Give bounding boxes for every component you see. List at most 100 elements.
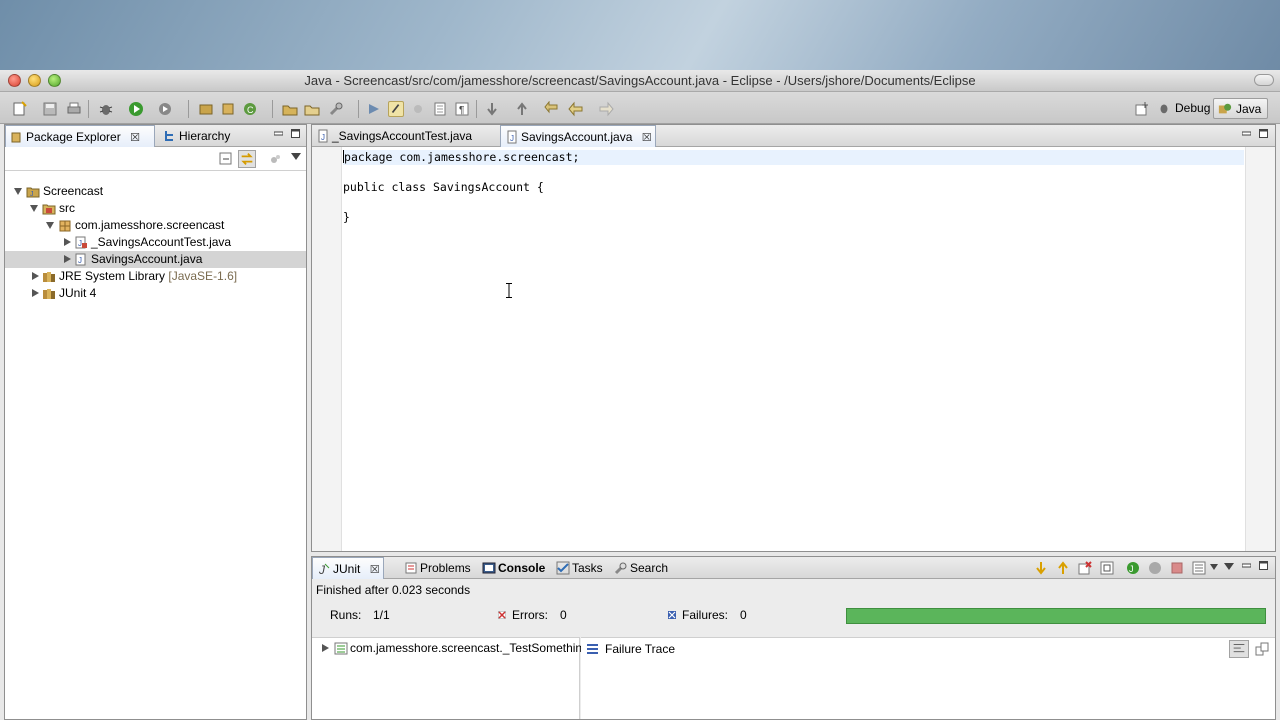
expand-arrow-icon[interactable] [32, 272, 39, 280]
show-source-icon[interactable] [432, 101, 448, 117]
scroll-lock-icon[interactable] [1100, 561, 1114, 575]
tree-item-test-file[interactable]: J _SavingsAccountTest.java [5, 234, 306, 251]
maximize-panel-icon[interactable] [291, 129, 300, 138]
chevron-down-icon[interactable] [291, 153, 301, 161]
open-type-icon[interactable] [282, 101, 298, 117]
tab-package-explorer[interactable]: Package Explorer ☒ [5, 125, 155, 147]
tab-label: Console [498, 561, 546, 575]
open-perspective-icon[interactable] [1134, 101, 1150, 117]
expand-arrow-icon[interactable] [64, 255, 71, 263]
minimize-panel-icon[interactable] [274, 129, 283, 138]
tab-search[interactable]: Search [610, 557, 674, 579]
next-annotation-icon[interactable] [484, 101, 500, 117]
tab-savings-account[interactable]: J SavingsAccount.java ☒ [500, 125, 656, 147]
tab-console[interactable]: Console [478, 557, 552, 579]
editor-tabbar: J _SavingsAccountTest.java J SavingsAcco… [312, 125, 1275, 147]
print-icon[interactable] [66, 101, 82, 117]
maximize-panel-icon[interactable] [1259, 561, 1268, 570]
expand-arrow-icon[interactable] [64, 238, 71, 246]
forward-arrow-icon[interactable] [598, 101, 614, 117]
toolbar-separator [476, 100, 477, 118]
block-selection-icon[interactable] [410, 101, 426, 117]
rerun-test-icon[interactable]: J [1126, 561, 1140, 575]
tree-item-label: src [59, 201, 75, 215]
svg-text:J: J [321, 133, 325, 142]
tab-label: JUnit [333, 562, 361, 576]
previous-failure-icon[interactable] [1056, 561, 1070, 575]
expand-arrow-icon[interactable] [30, 205, 38, 212]
java-perspective-button[interactable]: Java [1213, 98, 1269, 119]
mark-occurrences-icon[interactable] [388, 101, 404, 117]
desktop-background [0, 0, 1280, 70]
previous-annotation-icon[interactable] [514, 101, 530, 117]
filter-stack-trace-icon[interactable] [1229, 640, 1249, 658]
tree-item-src[interactable]: src [5, 200, 306, 217]
tab-hierarchy[interactable]: Hierarchy [159, 125, 239, 147]
debug-bug-icon[interactable] [98, 101, 114, 117]
close-tab-icon[interactable]: ☒ [642, 127, 652, 149]
back-arrow-icon[interactable] [568, 101, 584, 117]
tree-item-savings-account-file[interactable]: J SavingsAccount.java [5, 251, 306, 268]
new-java-class-icon[interactable]: C [242, 101, 258, 117]
last-edit-location-icon[interactable] [544, 101, 560, 117]
expand-arrow-icon[interactable] [46, 222, 54, 229]
toolbar-separator [358, 100, 359, 118]
toggle-breadcrumb-icon[interactable] [366, 101, 382, 117]
toolbar-toggle-button[interactable] [1254, 74, 1274, 86]
new-wizard-icon[interactable] [12, 101, 28, 117]
new-java-project-icon[interactable] [198, 101, 214, 117]
test-progress-bar [846, 608, 1266, 624]
java-file-icon: J [507, 130, 517, 144]
link-with-editor-icon[interactable] [238, 150, 256, 168]
new-java-package-icon[interactable] [220, 101, 236, 117]
tab-savings-account-test[interactable]: J _SavingsAccountTest.java [312, 125, 497, 147]
debug-perspective-label: Debug [1175, 101, 1211, 115]
view-menu-icon[interactable] [269, 152, 283, 166]
tree-item-junit-library[interactable]: JUnit 4 [5, 285, 306, 302]
save-icon[interactable] [42, 101, 58, 117]
expand-arrow-icon[interactable] [322, 644, 329, 652]
run-icon[interactable] [128, 101, 144, 117]
close-tab-icon[interactable]: ☒ [130, 127, 140, 149]
search-icon[interactable] [328, 101, 344, 117]
test-run-history-icon[interactable] [1192, 561, 1206, 575]
chevron-down-icon[interactable] [1210, 564, 1218, 570]
open-task-icon[interactable] [304, 101, 320, 117]
maximize-panel-icon[interactable] [1259, 129, 1268, 138]
minimize-panel-icon[interactable] [1242, 561, 1251, 570]
expand-arrow-icon[interactable] [14, 188, 22, 195]
compare-results-icon[interactable] [1255, 642, 1269, 656]
stop-test-icon[interactable] [1170, 561, 1184, 575]
package-explorer-icon [11, 132, 21, 143]
collapse-all-icon[interactable] [219, 152, 233, 166]
show-whitespace-icon[interactable]: ¶ [454, 101, 470, 117]
close-tab-icon[interactable]: ☒ [370, 559, 380, 581]
external-tools-icon[interactable] [158, 101, 174, 117]
test-tree-item[interactable]: com.jamesshore.screencast._TestSomethin [312, 640, 583, 657]
debug-perspective-button[interactable]: Debug [1153, 98, 1216, 119]
view-menu-icon[interactable] [1224, 563, 1234, 571]
junit-icon: J [318, 563, 330, 576]
tree-item-package[interactable]: com.jamesshore.screencast [5, 217, 306, 234]
java-perspective-label: Java [1236, 102, 1262, 116]
tab-problems[interactable]: Problems [400, 557, 478, 579]
package-icon [59, 220, 71, 232]
code-editor[interactable]: package com.jamesshore.screencast; publi… [312, 147, 1275, 551]
code-area[interactable]: package com.jamesshore.screencast; publi… [343, 147, 1244, 551]
rerun-failed-first-icon[interactable] [1148, 561, 1162, 575]
test-tree-item-label: com.jamesshore.screencast._TestSomethin [350, 641, 583, 655]
next-failure-icon[interactable] [1034, 561, 1048, 575]
expand-arrow-icon[interactable] [32, 289, 39, 297]
close-window-button[interactable] [8, 74, 21, 87]
tree-item-jre-library[interactable]: JRE System Library [JavaSE-1.6] [5, 268, 306, 285]
minimize-panel-icon[interactable] [1242, 129, 1251, 138]
tab-tasks[interactable]: Tasks [552, 557, 614, 579]
zoom-window-button[interactable] [48, 74, 61, 87]
tab-junit[interactable]: J JUnit ☒ [312, 557, 384, 579]
test-suite-icon [334, 642, 348, 655]
minimize-window-button[interactable] [28, 74, 41, 87]
show-failures-only-icon[interactable] [1078, 561, 1092, 575]
tree-item-project[interactable]: J Screencast [5, 183, 306, 200]
